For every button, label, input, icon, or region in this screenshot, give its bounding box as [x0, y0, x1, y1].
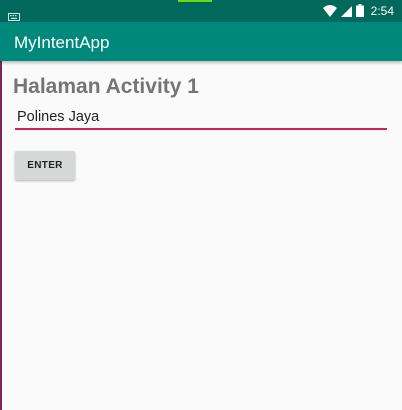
app-title: MyIntentApp [14, 33, 110, 52]
page-heading: Halaman Activity 1 [13, 75, 199, 98]
name-input[interactable] [15, 106, 387, 130]
window-edge [0, 0, 2, 410]
enter-button[interactable]: ENTER [15, 151, 75, 180]
status-indicator [178, 0, 212, 2]
app-toolbar: MyIntentApp [0, 22, 402, 61]
status-bar: 2:54 [0, 0, 402, 22]
battery-icon [355, 2, 364, 21]
signal-icon [340, 2, 352, 21]
status-time: 2:54 [370, 4, 394, 18]
wifi-icon [322, 2, 337, 21]
